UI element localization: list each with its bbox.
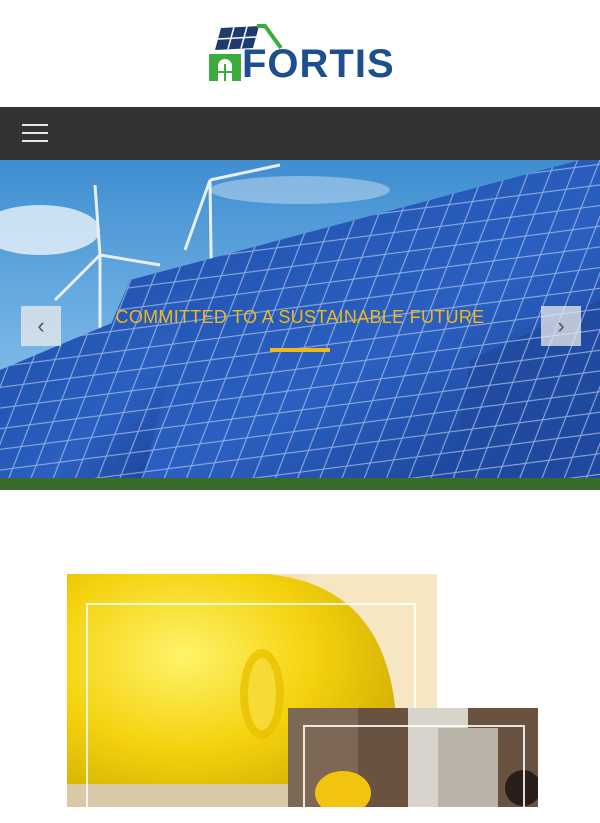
brand-name: FORTIS [242, 42, 395, 86]
house-icon [209, 54, 241, 81]
hamburger-menu-icon[interactable] [22, 122, 48, 144]
hero-divider [270, 348, 330, 352]
worker-photo [288, 708, 538, 807]
navbar [0, 107, 600, 160]
hero-title: COMMITTED TO A SUSTAINABLE FUTURE [115, 307, 485, 327]
slider-next-button[interactable]: › [541, 306, 581, 346]
slider-prev-button[interactable]: ‹ [21, 306, 61, 346]
